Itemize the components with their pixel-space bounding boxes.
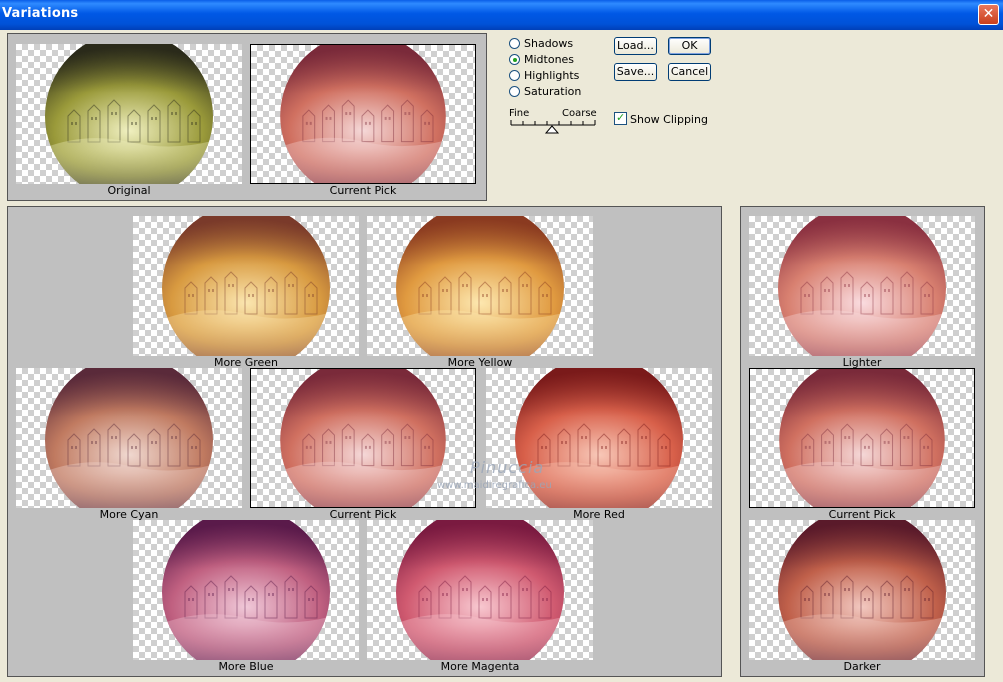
- preview-image: [162, 520, 330, 660]
- title-bar: Variations ✕: [0, 0, 1003, 30]
- show-clipping-label: Show Clipping: [630, 113, 708, 126]
- show-clipping-checkbox[interactable]: ✓: [614, 111, 627, 125]
- darker-label: Darker: [843, 660, 881, 673]
- fine-coarse-slider[interactable]: [508, 118, 598, 136]
- more-blue-label: More Blue: [218, 660, 274, 673]
- current-pick-top-label: Current Pick: [329, 184, 397, 197]
- preview-image: [778, 520, 946, 660]
- thumb-current-pick-top: [250, 44, 476, 184]
- preview-image: [45, 368, 213, 508]
- thumb-lighter[interactable]: [749, 216, 975, 356]
- radio-label: Midtones: [524, 53, 575, 66]
- preview-image: [396, 520, 564, 660]
- check-icon: ✓: [616, 111, 626, 124]
- watermark-url: www.maidiregrafica.eu: [437, 480, 552, 491]
- window-title: Variations: [2, 6, 79, 21]
- watermark-logo: Pinuccia: [470, 458, 545, 477]
- thumb-more-magenta[interactable]: [367, 520, 593, 660]
- load-button[interactable]: Load...: [614, 37, 657, 55]
- ok-button[interactable]: OK: [668, 37, 711, 55]
- preview-image: [162, 216, 330, 356]
- more-magenta-label: More Magenta: [440, 660, 520, 673]
- cancel-button[interactable]: Cancel: [668, 63, 711, 81]
- radio-label: Shadows: [524, 37, 574, 50]
- preview-image: [396, 216, 564, 356]
- thumb-original: [16, 44, 242, 184]
- radio-dot: [509, 86, 520, 97]
- radio-label: Saturation: [524, 85, 582, 98]
- original-label: Original: [107, 184, 151, 197]
- close-icon[interactable]: ✕: [978, 4, 999, 25]
- thumb-darker[interactable]: [749, 520, 975, 660]
- radio-dot-selected: [509, 54, 520, 65]
- radio-dot: [509, 38, 520, 49]
- thumb-more-yellow[interactable]: [367, 216, 593, 356]
- preview-image: [778, 216, 946, 356]
- thumb-more-green[interactable]: [133, 216, 359, 356]
- radio-label: Highlights: [524, 69, 580, 82]
- preview-image: [779, 369, 945, 507]
- preview-image: [280, 45, 446, 183]
- thumb-current-pick-right: [749, 368, 975, 508]
- save-button[interactable]: Save...: [614, 63, 657, 81]
- preview-image: [45, 44, 213, 184]
- radio-dot: [509, 70, 520, 81]
- slider-thumb: [544, 125, 560, 134]
- thumb-more-blue[interactable]: [133, 520, 359, 660]
- thumb-more-cyan[interactable]: [16, 368, 242, 508]
